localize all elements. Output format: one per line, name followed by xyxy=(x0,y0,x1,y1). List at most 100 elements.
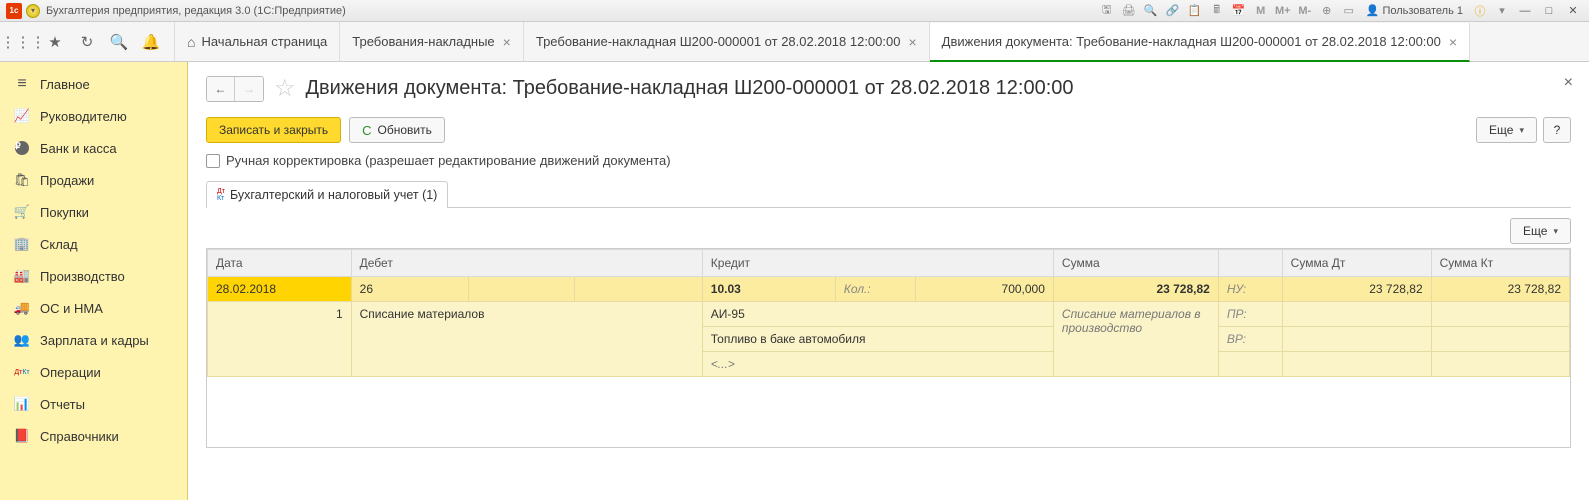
col-date[interactable]: Дата xyxy=(208,250,352,277)
tab-home-label: Начальная страница xyxy=(201,34,327,49)
cell-credit-acc: 10.03 xyxy=(702,277,835,302)
zoom-icon[interactable]: ⊕ xyxy=(1318,3,1336,19)
table-row[interactable]: 28.02.2018 26 10.03 Кол.: 700,000 23 728… xyxy=(208,277,1570,302)
help-button[interactable]: ? xyxy=(1543,117,1571,143)
window-titlebar: 1c ▾ Бухгалтерия предприятия, редакция 3… xyxy=(0,0,1589,22)
panel-icon[interactable]: ▭ xyxy=(1340,3,1358,19)
tab-requirements-list[interactable]: Требования-накладные × xyxy=(340,22,524,61)
table-more-button[interactable]: Еще xyxy=(1510,218,1571,244)
sidebar-item-references[interactable]: Справочники xyxy=(0,420,187,452)
sidebar-label: Справочники xyxy=(40,429,119,444)
btn-label: ? xyxy=(1554,123,1561,137)
print-icon[interactable]: 🖨 xyxy=(1120,3,1138,19)
app-menu-dropdown-icon[interactable]: ▾ xyxy=(26,4,40,18)
sidebar-item-operations[interactable]: ДтКтОперации xyxy=(0,356,187,388)
tab-label: Бухгалтерский и налоговый учет (1) xyxy=(230,188,437,202)
tab-document-movements[interactable]: Движения документа: Требование-накладная… xyxy=(930,23,1470,62)
save-and-close-button[interactable]: Записать и закрыть xyxy=(206,117,341,143)
refresh-button[interactable]: СОбновить xyxy=(349,117,445,143)
sidebar-label: Зарплата и кадры xyxy=(40,333,149,348)
sidebar-item-warehouse[interactable]: Склад xyxy=(0,228,187,260)
tab-close-icon[interactable]: × xyxy=(908,34,916,50)
page-title: Движения документа: Требование-накладная… xyxy=(306,77,1074,100)
notifications-bell-icon[interactable]: 🔔 xyxy=(142,33,160,51)
sidebar-item-bank[interactable]: Банк и касса xyxy=(0,132,187,164)
tab-requirement-doc[interactable]: Требование-накладная Ш200-000001 от 28.0… xyxy=(524,22,930,61)
sidebar-label: Покупки xyxy=(40,205,89,220)
window-close-button[interactable]: ✕ xyxy=(1563,3,1583,19)
tab-close-icon[interactable]: × xyxy=(1449,34,1457,50)
factory-icon xyxy=(14,268,30,284)
calendar-icon[interactable]: 📅 xyxy=(1230,3,1248,19)
col-debit[interactable]: Дебет xyxy=(351,250,702,277)
cell-sum-dt: 23 728,82 xyxy=(1282,277,1431,302)
tab-accounting[interactable]: ДтКт Бухгалтерский и налоговый учет (1) xyxy=(206,181,448,208)
window-maximize-button[interactable]: □ xyxy=(1539,3,1559,19)
tab-home[interactable]: Начальная страница xyxy=(175,22,340,61)
col-blank xyxy=(1218,250,1282,277)
sidebar-item-purchases[interactable]: Покупки xyxy=(0,196,187,228)
cell xyxy=(1282,327,1431,352)
sidebar-item-manager[interactable]: Руководителю xyxy=(0,100,187,132)
table-header-row: Дата Дебет Кредит Сумма Сумма Дт Сумма К… xyxy=(208,250,1570,277)
bag-icon xyxy=(14,172,30,188)
memory-mminus-button[interactable]: M- xyxy=(1296,3,1314,19)
memory-mplus-button[interactable]: M+ xyxy=(1274,3,1292,19)
truck-icon xyxy=(14,300,30,316)
sidebar-item-sales[interactable]: Продажи xyxy=(0,164,187,196)
col-sum-dt[interactable]: Сумма Дт xyxy=(1282,250,1431,277)
more-button[interactable]: Еще xyxy=(1476,117,1537,143)
link-icon[interactable]: 🔗 xyxy=(1164,3,1182,19)
app-logo-icon: 1c xyxy=(6,3,22,19)
nav-back-forward: ← → xyxy=(206,76,264,102)
manual-edit-checkbox-row: Ручная корректировка (разрешает редактир… xyxy=(206,153,1571,168)
top-tab-bar: ⋮⋮⋮ ★ ↻ 🔍 🔔 Начальная страница Требовани… xyxy=(0,22,1589,62)
copy-icon[interactable]: 📋 xyxy=(1186,3,1204,19)
sidebar-item-reports[interactable]: Отчеты xyxy=(0,388,187,420)
close-page-button[interactable]: × xyxy=(1564,74,1573,92)
nav-back-button[interactable]: ← xyxy=(207,77,235,101)
col-sum-kt[interactable]: Сумма Кт xyxy=(1431,250,1569,277)
sidebar-nav: Главное Руководителю Банк и касса Продаж… xyxy=(0,62,188,500)
cell-debit-desc: Списание материалов xyxy=(351,302,702,377)
save-icon[interactable]: 🖫 xyxy=(1098,3,1116,19)
preview-icon[interactable]: 🔍 xyxy=(1142,3,1160,19)
sidebar-label: Производство xyxy=(40,269,125,284)
favorites-star-icon[interactable]: ★ xyxy=(46,33,64,51)
table-row[interactable]: 1 Списание материалов АИ-95 Списание мат… xyxy=(208,302,1570,327)
window-title: Бухгалтерия предприятия, редакция 3.0 (1… xyxy=(46,5,346,17)
window-minimize-button[interactable]: — xyxy=(1515,3,1535,19)
grid-empty-area xyxy=(207,377,1570,447)
col-credit[interactable]: Кредит xyxy=(702,250,1053,277)
cell-vr-label: ВР: xyxy=(1218,327,1282,352)
apps-grid-icon[interactable]: ⋮⋮⋮ xyxy=(14,33,32,51)
sidebar-item-main[interactable]: Главное xyxy=(0,68,187,100)
trend-icon xyxy=(14,108,30,124)
cell-qty: 700,000 xyxy=(915,277,1053,302)
sidebar-label: Руководителю xyxy=(40,109,127,124)
bars-icon xyxy=(14,76,30,92)
sidebar-item-payroll[interactable]: Зарплата и кадры xyxy=(0,324,187,356)
nav-forward-button[interactable]: → xyxy=(235,77,263,101)
ruble-icon xyxy=(14,140,30,156)
favorite-star-icon[interactable]: ☆ xyxy=(274,74,296,103)
sidebar-item-assets[interactable]: ОС и НМА xyxy=(0,292,187,324)
content-area: × ← → ☆ Движения документа: Требование-н… xyxy=(188,62,1589,500)
calculator-icon[interactable]: 🖩 xyxy=(1208,3,1226,19)
col-sum[interactable]: Сумма xyxy=(1053,250,1218,277)
tab-close-icon[interactable]: × xyxy=(503,34,511,50)
history-icon[interactable]: ↻ xyxy=(78,33,96,51)
cell xyxy=(1431,352,1569,377)
sidebar-item-production[interactable]: Производство xyxy=(0,260,187,292)
user-menu[interactable]: 👤 Пользователь 1 xyxy=(1362,4,1467,17)
manual-edit-checkbox[interactable] xyxy=(206,154,220,168)
memory-m-button[interactable]: M xyxy=(1252,3,1270,19)
search-icon[interactable]: 🔍 xyxy=(110,33,128,51)
cell-sum-desc: Списание материалов в производство xyxy=(1053,302,1218,377)
info-dropdown-icon[interactable]: ▾ xyxy=(1493,3,1511,19)
cell-pr-label: ПР: xyxy=(1218,302,1282,327)
page-toolbar: Записать и закрыть СОбновить Еще ? xyxy=(206,117,1571,143)
info-icon[interactable]: ⓘ xyxy=(1471,3,1489,19)
sidebar-label: Склад xyxy=(40,237,78,252)
tab-label: Требования-накладные xyxy=(352,34,494,49)
